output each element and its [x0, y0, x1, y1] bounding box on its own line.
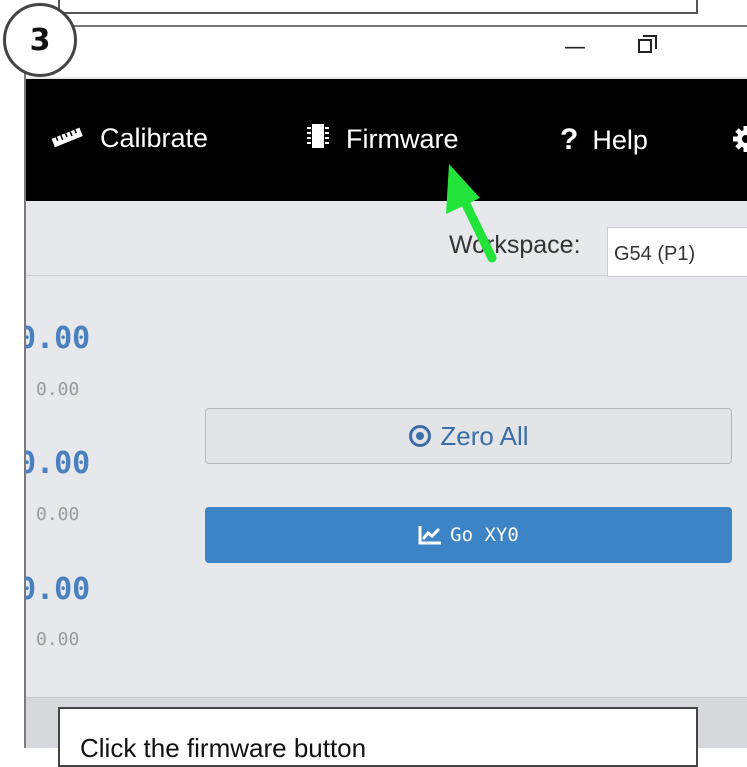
step-badge: 3: [3, 3, 77, 77]
annotation-arrow: [446, 164, 497, 263]
instruction-caption: Click the firmware button: [58, 707, 698, 767]
